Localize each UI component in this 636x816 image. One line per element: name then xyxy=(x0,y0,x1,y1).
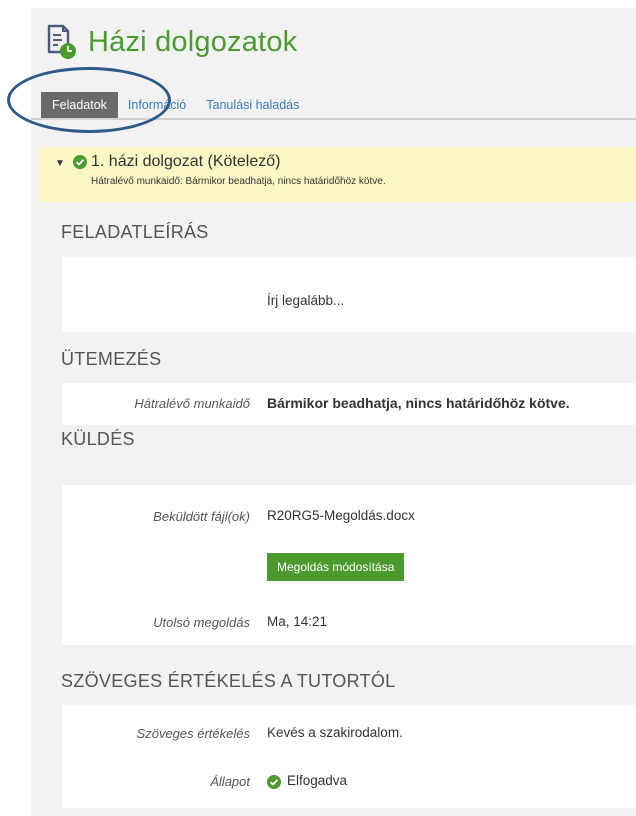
schedule-panel: Hátralévő munkaidő Bármikor beadhatja, n… xyxy=(62,383,636,425)
triangle-down-icon[interactable]: ▼ xyxy=(55,158,65,169)
tab-informacio[interactable]: Információ xyxy=(118,92,196,118)
last-solution-label: Utolsó megoldás xyxy=(153,615,250,630)
section-title-feedback: SZÖVEGES ÉRTÉKELÉS A TUTORTÓL xyxy=(61,671,396,691)
submission-panel: Beküldött fájl(ok) R20RG5-Megoldás.docx … xyxy=(62,485,636,645)
remaining-time-label: Hátralévő munkaidő xyxy=(134,396,250,411)
page-title: Házi dolgozatok xyxy=(88,25,298,58)
page-frame: Házi dolgozatok Feladatok Információ Tan… xyxy=(7,8,636,816)
feedback-panel: Szöveges értékelés Kevés a szakirodalom.… xyxy=(62,705,636,808)
check-circle-icon xyxy=(267,775,281,794)
section-title-description: FELADATLEÍRÁS xyxy=(61,222,209,242)
submitted-files-label: Beküldött fájl(ok) xyxy=(153,509,250,524)
assignment-remaining: Hátralévő munkaidő: Bármikor beadhatja, … xyxy=(91,176,386,187)
text-evaluation-value: Kevés a szakirodalom. xyxy=(267,725,403,740)
last-solution-value: Ma, 14:21 xyxy=(267,614,328,629)
remaining-time-value: Bármikor beadhatja, nincs határidőhöz kö… xyxy=(267,395,570,411)
status-label: Állapot xyxy=(210,774,250,789)
check-circle-icon xyxy=(73,155,87,174)
section-title-submission: KÜLDÉS xyxy=(61,429,135,449)
status-value: Elfogadva xyxy=(287,773,348,788)
assignment-title[interactable]: 1. házi dolgozat (Kötelező) xyxy=(91,153,280,171)
assignment-header[interactable]: ▼ 1. házi dolgozat (Kötelező) Hátralévő … xyxy=(39,147,636,202)
modify-solution-button[interactable]: Megoldás módosítása xyxy=(267,553,405,581)
page-header: Házi dolgozatok xyxy=(46,20,297,64)
text-evaluation-label: Szöveges értékelés xyxy=(136,726,250,741)
document-clock-icon xyxy=(46,24,78,60)
tab-feladatok[interactable]: Feladatok xyxy=(41,92,118,118)
section-title-schedule: ÜTEMEZÉS xyxy=(61,349,162,369)
tab-tanulasi-haladas[interactable]: Tanulási haladás xyxy=(196,92,309,118)
description-text: Írj legalább... xyxy=(267,293,345,308)
tab-bar: Feladatok Információ Tanulási haladás xyxy=(31,90,636,120)
submitted-file-name[interactable]: R20RG5-Megoldás.docx xyxy=(267,508,415,523)
description-panel: Írj legalább... xyxy=(62,257,636,332)
